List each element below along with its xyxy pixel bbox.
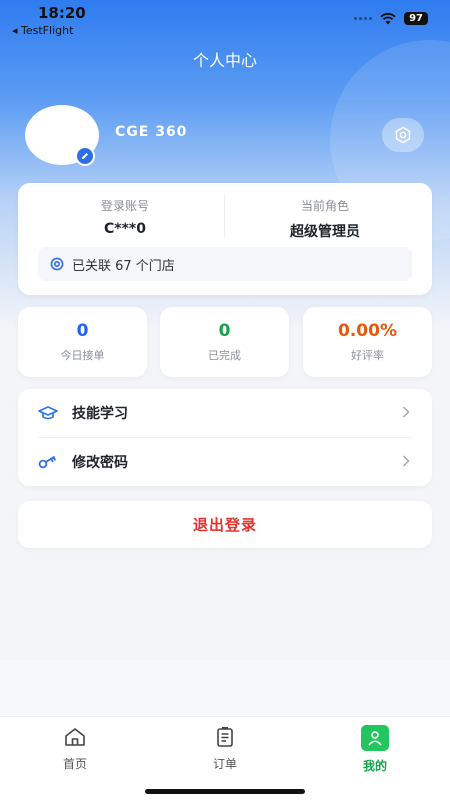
menu-item-label: 技能学习 [72, 406, 128, 422]
battery-icon: 97 [404, 12, 428, 25]
menu-item-skill-learning[interactable]: 技能学习 [18, 389, 432, 437]
content-bottom-area [0, 660, 450, 716]
graduation-cap-icon [38, 406, 58, 420]
status-indicators: 97 [354, 12, 428, 25]
tab-home[interactable]: 首页 [35, 725, 115, 772]
account-card: 登录账号 C***0 当前角色 超级管理员 已关联 67 个门店 [18, 183, 432, 295]
home-icon [65, 728, 85, 746]
logout-button[interactable]: 退出登录 [18, 501, 432, 548]
key-icon [38, 456, 56, 469]
stat-label: 好评率 [351, 349, 384, 362]
tab-label: 订单 [212, 757, 237, 771]
stat-value: 0 [218, 321, 231, 341]
tab-mine[interactable]: 我的 [335, 725, 415, 774]
chevron-right-icon [402, 406, 410, 418]
chevron-right-icon [402, 455, 410, 467]
stat-label: 已完成 [208, 349, 241, 362]
logout-label: 退出登录 [192, 516, 257, 534]
tab-label: 我的 [362, 759, 387, 773]
signal-icon [354, 17, 373, 20]
linked-stores-text: 已关联 67 个门店 [72, 258, 175, 274]
tab-orders[interactable]: 订单 [185, 725, 265, 772]
settings-icon [395, 126, 411, 144]
order-list-icon [217, 727, 233, 747]
tab-label: 首页 [62, 757, 87, 771]
stat-value: 0 [76, 321, 89, 341]
edit-icon [82, 153, 88, 159]
stat-card-completed: 0 已完成 [160, 307, 289, 377]
status-time: 18:20 [38, 4, 86, 22]
current-role-label: 当前角色 [300, 199, 349, 213]
location-icon [50, 257, 64, 271]
menu-item-label: 修改密码 [72, 455, 128, 471]
login-account-value: C***0 [104, 221, 146, 237]
settings-button[interactable] [382, 118, 424, 152]
stat-card-positive-rate: 0.00% 好评率 [303, 307, 432, 377]
current-role-section: 当前角色 超级管理员 [225, 197, 425, 241]
stat-label: 今日接单 [60, 349, 105, 362]
back-to-app-link[interactable]: ◂ TestFlight [12, 24, 73, 37]
login-account-section: 登录账号 C***0 [25, 197, 225, 237]
stat-value: 0.00% [338, 321, 397, 341]
wifi-icon [380, 12, 396, 24]
username: CGE 360 [115, 124, 188, 140]
current-role-value: 超级管理员 [290, 224, 360, 240]
login-account-label: 登录账号 [100, 199, 149, 213]
user-icon [368, 731, 382, 746]
page-title: 个人中心 [192, 51, 257, 70]
stat-card-today-orders: 0 今日接单 [18, 307, 147, 377]
tab-bar: 首页 订单 我的 [0, 716, 450, 800]
avatar-edit-badge[interactable] [75, 146, 95, 166]
linked-stores-bar[interactable]: 已关联 67 个门店 [38, 247, 412, 281]
menu-card: 技能学习 修改密码 [18, 389, 432, 486]
home-indicator [145, 789, 305, 794]
menu-item-change-password[interactable]: 修改密码 [18, 438, 432, 486]
